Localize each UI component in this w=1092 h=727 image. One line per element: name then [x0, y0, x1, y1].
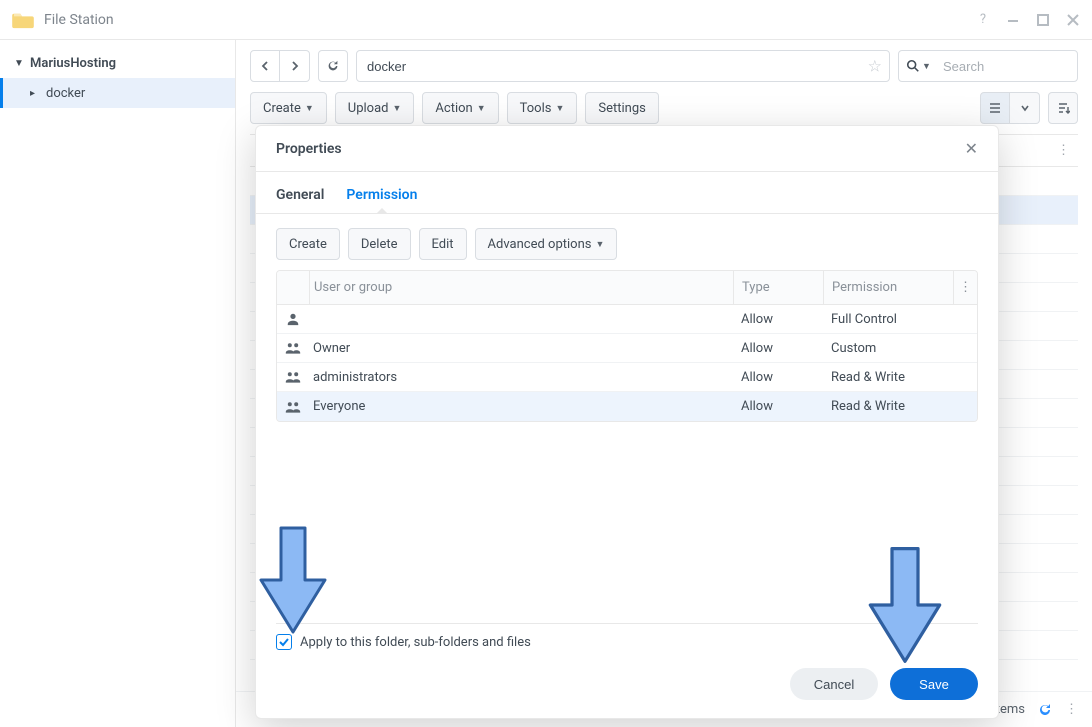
- col-header-more-icon[interactable]: ⋮: [953, 271, 977, 304]
- chevron-down-icon: ▼: [14, 58, 24, 69]
- create-button[interactable]: Create▼: [250, 92, 327, 124]
- folder-icon: [12, 11, 34, 29]
- maximize-icon[interactable]: [1036, 13, 1050, 27]
- tree-root[interactable]: ▼ MariusHosting: [0, 48, 235, 78]
- tree-root-label: MariusHosting: [30, 56, 116, 71]
- person-icon: [277, 312, 309, 326]
- dialog-title: Properties: [276, 141, 965, 157]
- perm-create-button[interactable]: Create: [276, 228, 340, 260]
- caret-down-icon: ▼: [305, 103, 314, 114]
- perm-row[interactable]: Everyone Allow Read & Write: [277, 392, 977, 421]
- tree-item-label: docker: [46, 86, 85, 101]
- upload-button[interactable]: Upload▼: [335, 92, 415, 124]
- nav-forward-button[interactable]: [280, 50, 310, 82]
- title-bar: File Station ?: [0, 0, 1092, 40]
- perm-row[interactable]: Allow Full Control: [277, 305, 977, 334]
- more-icon[interactable]: ⋮: [1065, 702, 1078, 717]
- col-header-user[interactable]: User or group: [309, 271, 733, 304]
- more-icon[interactable]: ⋮: [1057, 143, 1070, 158]
- tools-button[interactable]: Tools▼: [507, 92, 578, 124]
- caret-down-icon: ▼: [595, 239, 604, 250]
- perm-value: Custom: [823, 341, 953, 356]
- tree-item-docker[interactable]: ▸ docker: [0, 78, 235, 108]
- action-button[interactable]: Action▼: [422, 92, 498, 124]
- perm-delete-button[interactable]: Delete: [348, 228, 411, 260]
- save-button[interactable]: Save: [890, 668, 978, 700]
- perm-edit-button[interactable]: Edit: [419, 228, 467, 260]
- people-icon: [277, 341, 309, 355]
- view-list-button[interactable]: [980, 92, 1010, 124]
- perm-name: Owner: [309, 341, 733, 356]
- search-scope-dropdown[interactable]: ▼: [906, 59, 931, 73]
- perm-type: Allow: [733, 399, 823, 414]
- perm-name: administrators: [309, 370, 733, 385]
- perm-type: Allow: [733, 312, 823, 327]
- star-icon[interactable]: ☆: [868, 57, 882, 76]
- cancel-button[interactable]: Cancel: [790, 668, 878, 700]
- col-header-type[interactable]: Type: [733, 271, 823, 304]
- perm-type: Allow: [733, 370, 823, 385]
- chevron-right-icon: ▸: [30, 88, 40, 99]
- tab-permission[interactable]: Permission: [346, 187, 417, 213]
- perm-row[interactable]: administrators Allow Read & Write: [277, 363, 977, 392]
- settings-button[interactable]: Settings: [585, 92, 658, 124]
- window-title: File Station: [44, 12, 976, 28]
- view-dropdown-button[interactable]: [1010, 92, 1040, 124]
- caret-down-icon: ▼: [555, 103, 564, 114]
- permission-table: User or group Type Permission ⋮ Allow Fu…: [276, 270, 978, 422]
- properties-dialog: Properties ✕ General Permission Create D…: [255, 125, 999, 719]
- perm-row[interactable]: Owner Allow Custom: [277, 334, 977, 363]
- apply-label: Apply to this folder, sub-folders and fi…: [300, 635, 531, 650]
- tab-general[interactable]: General: [276, 187, 324, 213]
- help-icon[interactable]: ?: [976, 13, 990, 27]
- people-icon: [277, 370, 309, 384]
- perm-advanced-button[interactable]: Advanced options▼: [475, 228, 618, 260]
- nav-back-button[interactable]: [250, 50, 280, 82]
- close-icon[interactable]: ✕: [965, 139, 978, 158]
- sort-button[interactable]: [1048, 92, 1078, 124]
- caret-down-icon: ▼: [393, 103, 402, 114]
- perm-value: Read & Write: [823, 399, 953, 414]
- caret-down-icon: ▼: [477, 103, 486, 114]
- perm-value: Read & Write: [823, 370, 953, 385]
- path-input[interactable]: [356, 50, 890, 82]
- col-header-permission[interactable]: Permission: [823, 271, 953, 304]
- people-icon: [277, 400, 309, 414]
- refresh-button[interactable]: [318, 50, 348, 82]
- close-window-icon[interactable]: [1066, 13, 1080, 27]
- minimize-icon[interactable]: [1006, 13, 1020, 27]
- apply-checkbox[interactable]: [276, 634, 292, 650]
- perm-type: Allow: [733, 341, 823, 356]
- perm-name: Everyone: [309, 399, 733, 414]
- sidebar: ▼ MariusHosting ▸ docker: [0, 40, 236, 727]
- refresh-list-button[interactable]: [1037, 702, 1053, 718]
- perm-value: Full Control: [823, 312, 953, 327]
